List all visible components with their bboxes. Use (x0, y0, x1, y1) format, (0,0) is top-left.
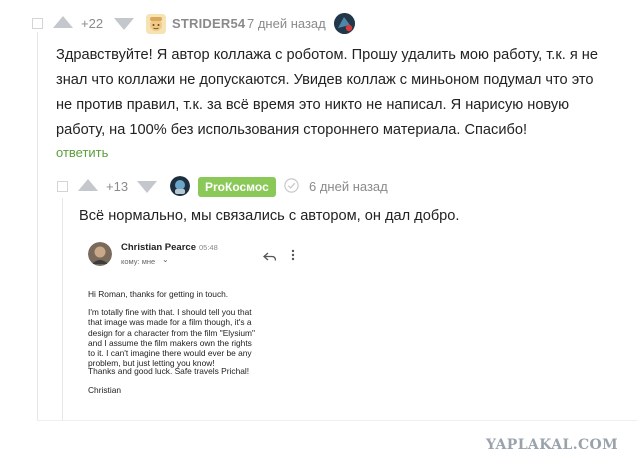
email-greeting: Hi Roman, thanks for getting in touch. (88, 289, 229, 299)
user-badge-icon (334, 13, 355, 34)
upvote-arrow-icon[interactable] (53, 16, 73, 28)
reply-arrow-icon[interactable] (263, 249, 277, 261)
site-watermark: YAPLAKAL.COM (486, 437, 619, 453)
comment-author[interactable]: STRIDER54 (172, 16, 245, 31)
email-paragraph: I'm totally fine with that. I should tel… (88, 307, 255, 369)
email-sender: Christian Pearce (121, 242, 196, 253)
face-icon (146, 14, 166, 34)
email-thanks: Thanks and good luck. Safe travels Prich… (88, 366, 250, 376)
check-circle-icon (284, 178, 299, 193)
thread-line-level1 (37, 32, 38, 420)
email-screenshot: Christian Pearce 05:48 кому: мне ⌄ Hi Ro… (78, 232, 328, 407)
more-vert-icon[interactable] (291, 248, 295, 261)
email-recipient: кому: мне (121, 257, 156, 266)
email-signature: Christian (88, 385, 122, 395)
comment-time[interactable]: 7 дней назад (247, 16, 326, 31)
downvote-arrow-icon[interactable] (137, 181, 157, 193)
collapse-toggle[interactable] (32, 18, 43, 29)
user-avatar[interactable] (170, 176, 190, 196)
downvote-arrow-icon[interactable] (114, 18, 134, 30)
comment-time[interactable]: 6 дней назад (309, 179, 388, 194)
comment-score: +22 (81, 16, 104, 31)
thread-line-base (37, 420, 637, 421)
comment-text: Всё нормально, мы связались с автором, о… (79, 208, 460, 224)
sender-avatar (88, 242, 112, 266)
upvote-arrow-icon[interactable] (78, 179, 98, 191)
author-badge[interactable]: ProКосмос (198, 177, 276, 197)
reply-link[interactable]: ответить (56, 145, 108, 160)
thread-line-level2 (62, 198, 63, 420)
user-avatar[interactable] (146, 14, 166, 34)
astronaut-icon (170, 176, 190, 196)
comment-text: Здравствуйте! Я автор коллажа с роботом.… (56, 47, 598, 138)
comment-score: +13 (106, 179, 129, 194)
chevron-down-icon[interactable]: ⌄ (162, 255, 169, 264)
collapse-toggle[interactable] (57, 181, 68, 192)
email-time: 05:48 (199, 243, 218, 252)
